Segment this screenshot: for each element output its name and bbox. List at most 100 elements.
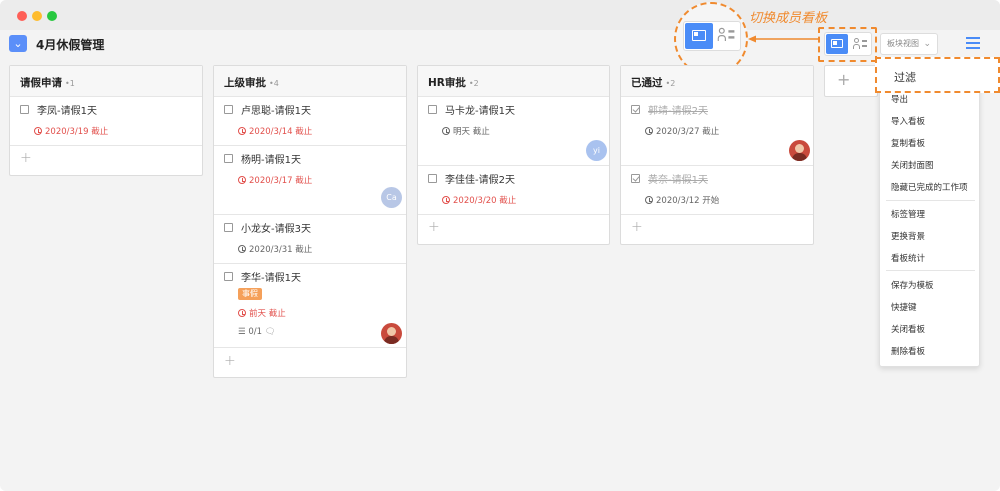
view-toggle xyxy=(824,32,872,56)
filter-label: 过滤 xyxy=(894,71,916,84)
column-leave-request: 请假申请 •1 李凤-请假1天 2020/3/19 截止 + xyxy=(9,65,203,176)
clock-icon xyxy=(238,245,246,253)
clock-icon xyxy=(442,127,450,135)
app-window: ⌄ 4月休假管理 切换成员看板 板块视图 ⌄ 请假申请 •1 李凤-请假1天 20… xyxy=(0,0,1000,491)
menu-item-tag-management[interactable]: 标签管理 xyxy=(891,208,925,220)
task-card[interactable]: 黄奈-请假1天 2020/3/12 开始 xyxy=(621,166,813,215)
card-icon xyxy=(831,39,843,48)
due-date: 2020/3/31 截止 xyxy=(238,243,312,255)
title-bar xyxy=(0,0,1000,30)
menu-item-copy-board[interactable]: 复制看板 xyxy=(891,137,925,149)
clock-icon xyxy=(238,176,246,184)
task-checkbox[interactable] xyxy=(224,105,233,114)
task-checkbox[interactable] xyxy=(428,174,437,183)
menu-divider xyxy=(886,270,975,271)
task-card[interactable]: 郭靖-请假2天 2020/3/27 截止 xyxy=(621,97,813,166)
column-header: 上级审批 •4 xyxy=(214,66,406,97)
column-manager-approval: 上级审批 •4 卢思聪-请假1天 2020/3/14 截止 杨明-请假1天 202… xyxy=(213,65,407,378)
clock-icon xyxy=(238,127,246,135)
task-title: 郭靖-请假2天 xyxy=(648,106,708,117)
task-card[interactable]: 杨明-请假1天 2020/3/17 截止 Ca xyxy=(214,146,406,215)
member-view-button[interactable] xyxy=(849,34,871,54)
column-count: •2 xyxy=(468,79,479,88)
task-title: 马卡龙-请假1天 xyxy=(445,106,515,117)
task-card[interactable]: 李佳佳-请假2天 2020/3/20 截止 xyxy=(418,166,609,215)
add-task-button[interactable]: + xyxy=(224,353,236,369)
label-tag: 事假 xyxy=(238,288,262,300)
task-checkbox[interactable] xyxy=(224,223,233,232)
column-header: HR审批 •2 xyxy=(418,66,609,97)
task-checkbox[interactable] xyxy=(224,154,233,163)
menu-item-hide-completed[interactable]: 隐藏已完成的工作项 xyxy=(891,181,968,193)
add-column-button[interactable]: + xyxy=(824,65,878,97)
annotation-arrow xyxy=(748,35,820,43)
menu-item-close-cover[interactable]: 关闭封面图 xyxy=(891,159,934,171)
menu-item-close-board[interactable]: 关闭看板 xyxy=(891,323,925,335)
task-title: 李凤-请假1天 xyxy=(37,106,97,117)
menu-item-filter[interactable]: 过滤 xyxy=(875,57,1000,93)
column-hr-approval: HR审批 •2 马卡龙-请假1天 明天 截止 yi 李佳佳-请假2天 2020/3… xyxy=(417,65,610,245)
column-count: •4 xyxy=(269,79,279,88)
view-select[interactable]: 板块视图 ⌄ xyxy=(880,33,938,55)
column-header: 已通过 •2 xyxy=(621,66,813,97)
menu-item-export[interactable]: 导出 xyxy=(891,93,908,105)
task-card[interactable]: 李华-请假1天 事假 前天 截止 ☰ 0/1 🗨 xyxy=(214,264,406,348)
column-title: 已通过 xyxy=(631,77,663,89)
column-title: 请假申请 xyxy=(20,77,62,89)
due-date: 2020/3/12 开始 xyxy=(645,194,719,206)
plus-icon: + xyxy=(837,70,851,89)
menu-item-board-stats[interactable]: 看板统计 xyxy=(891,252,925,264)
clock-icon xyxy=(442,196,450,204)
avatar: yi xyxy=(586,140,607,161)
close-window-button[interactable] xyxy=(17,11,27,21)
add-task-button[interactable]: + xyxy=(20,150,32,166)
task-card[interactable]: 马卡龙-请假1天 明天 截止 yi xyxy=(418,97,609,166)
task-title: 杨明-请假1天 xyxy=(241,155,301,166)
clock-icon xyxy=(645,127,653,135)
due-date: 前天 截止 xyxy=(238,307,286,319)
subtask-progress: ☰ 0/1 🗨 xyxy=(238,327,276,337)
due-date: 2020/3/14 截止 xyxy=(238,125,312,137)
menu-item-delete-board[interactable]: 删除看板 xyxy=(891,345,925,357)
clock-icon xyxy=(645,196,653,204)
task-checkbox[interactable] xyxy=(428,105,437,114)
task-card[interactable]: 卢思聪-请假1天 2020/3/14 截止 xyxy=(214,97,406,146)
zoomed-view-toggle xyxy=(683,21,741,51)
task-card[interactable]: 李凤-请假1天 2020/3/19 截止 xyxy=(10,97,202,146)
board-title: 4月休假管理 xyxy=(36,38,105,52)
minimize-window-button[interactable] xyxy=(32,11,42,21)
task-title: 卢思聪-请假1天 xyxy=(241,106,311,117)
board-menu: 导出 导入看板 复制看板 关闭封面图 隐藏已完成的工作项 标签管理 更换背景 看… xyxy=(879,61,980,367)
menu-item-import-board[interactable]: 导入看板 xyxy=(891,115,925,127)
avatar xyxy=(381,323,402,344)
add-task-button[interactable]: + xyxy=(631,219,643,235)
add-task-button[interactable]: + xyxy=(428,219,440,235)
task-checkbox[interactable] xyxy=(20,105,29,114)
member-icon xyxy=(853,38,867,50)
due-date: 2020/3/17 截止 xyxy=(238,174,312,186)
due-date: 2020/3/27 截止 xyxy=(645,125,719,137)
clock-icon xyxy=(238,309,246,317)
menu-divider xyxy=(886,200,975,201)
menu-item-save-template[interactable]: 保存为模板 xyxy=(891,279,934,291)
task-checkbox[interactable] xyxy=(224,272,233,281)
card-view-icon xyxy=(685,23,713,49)
avatar: Ca xyxy=(381,187,402,208)
clock-icon xyxy=(34,127,42,135)
menu-item-shortcuts[interactable]: 快捷键 xyxy=(891,301,917,313)
comment-icon: 🗨 xyxy=(264,327,276,337)
task-checkbox[interactable] xyxy=(631,105,640,114)
task-title: 小龙女-请假3天 xyxy=(241,224,311,235)
annotation-label: 切换成员看板 xyxy=(749,11,828,26)
maximize-window-button[interactable] xyxy=(47,11,57,21)
hamburger-menu-icon[interactable] xyxy=(966,37,980,49)
column-approved: 已通过 •2 郭靖-请假2天 2020/3/27 截止 黄奈-请假1天 2020/… xyxy=(620,65,814,245)
task-card[interactable]: 小龙女-请假3天 2020/3/31 截止 xyxy=(214,215,406,264)
menu-item-change-background[interactable]: 更换背景 xyxy=(891,230,925,242)
due-date: 明天 截止 xyxy=(442,125,490,137)
checklist-icon: ☰ xyxy=(238,327,249,337)
task-checkbox[interactable] xyxy=(631,174,640,183)
card-view-button[interactable] xyxy=(826,34,848,54)
chevron-down-icon: ⌄ xyxy=(923,39,931,49)
board-dropdown-icon[interactable]: ⌄ xyxy=(9,35,27,52)
